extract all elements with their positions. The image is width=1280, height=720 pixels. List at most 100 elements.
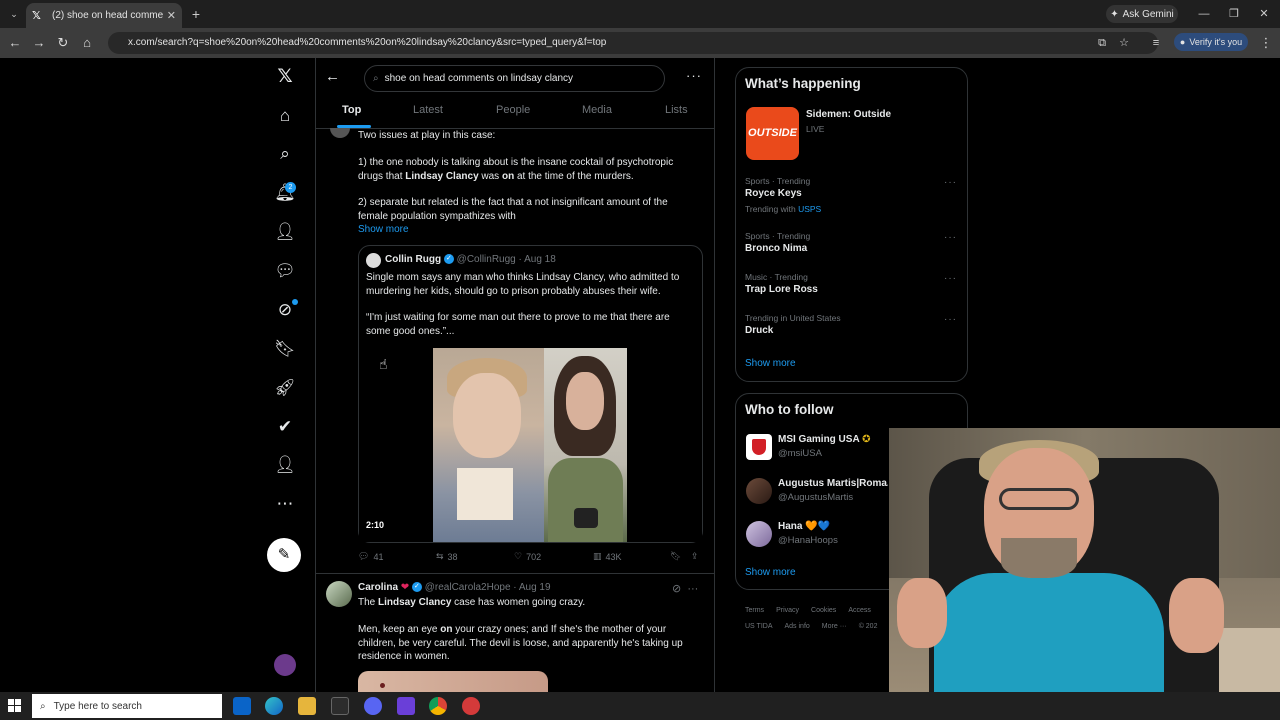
heart-emoji-icon: ❤ [400, 582, 410, 593]
verified-badge-icon: ✓ [411, 582, 422, 593]
tab-lists[interactable]: Lists [665, 104, 688, 116]
who-to-follow-title: Who to follow [745, 402, 834, 417]
reply-button[interactable]: 💬︎ 41 [358, 551, 383, 562]
profile-icon[interactable]: 👤︎ [274, 454, 296, 476]
maximize-icon[interactable]: ❐ [1224, 6, 1244, 22]
minimize-icon[interactable]: — [1194, 6, 1214, 22]
post2-actions[interactable]: ⊘ ··· [672, 582, 698, 595]
tab-top[interactable]: Top [342, 104, 361, 116]
views-button[interactable]: ▥ 43K [593, 551, 622, 562]
footer-link[interactable]: Ads info [785, 623, 810, 630]
messages-icon[interactable]: 💬︎ [274, 260, 296, 282]
tab-latest[interactable]: Latest [413, 104, 443, 116]
verify-profile-button[interactable]: ● Verify it's you [1174, 33, 1248, 51]
install-app-icon[interactable]: ⧉ [1094, 35, 1110, 51]
close-window-icon[interactable]: ✕ [1254, 6, 1274, 22]
search-options-icon[interactable]: ··· [686, 68, 704, 84]
taskbar-search-input[interactable]: ⌕ Type here to search [32, 694, 222, 718]
post-more-icon: ··· [687, 583, 699, 595]
forward-nav-icon[interactable]: → [31, 35, 47, 51]
tab-people[interactable]: People [496, 104, 530, 116]
edge-icon[interactable] [265, 697, 283, 715]
follow-handle: @HanaHoops [778, 535, 838, 546]
trend-more-icon[interactable]: ··· [944, 177, 957, 188]
bookmark-button[interactable]: 🔖︎ [670, 551, 681, 562]
chrome-icon[interactable] [429, 697, 447, 715]
close-tab-icon[interactable]: ✕ [167, 9, 176, 22]
msi-avatar[interactable] [746, 434, 772, 460]
browser-tab[interactable]: 𝕏 (2) shoe on head comments o ✕ [26, 3, 182, 28]
x-home-logo-icon[interactable]: 𝕏 [274, 66, 296, 88]
follow-name[interactable]: MSI Gaming USA ✪ [778, 434, 870, 445]
jobs-rocket-icon[interactable]: 🚀︎ [274, 377, 296, 399]
whats-happening-title: What’s happening [745, 76, 861, 91]
follow-name[interactable]: Hana 🧡💙 [778, 521, 830, 532]
trend-more-icon[interactable]: ··· [944, 273, 957, 284]
footer-link[interactable]: Privacy [776, 607, 799, 614]
repost-button[interactable]: ⇆ 38 [436, 551, 458, 562]
trend-name[interactable]: Royce Keys [745, 188, 802, 199]
extensions-icon[interactable]: ≡ [1148, 35, 1164, 51]
featured-status: LIVE [806, 124, 825, 134]
search-input[interactable]: ⌕ shoe on head comments on lindsay clanc… [364, 65, 665, 92]
trend-more-icon[interactable]: ··· [944, 232, 957, 243]
compose-post-button[interactable]: ✎ [267, 538, 301, 572]
bookmark-star-icon[interactable]: ☆ [1116, 35, 1132, 51]
tab-search-icon[interactable]: ⌄ [6, 6, 22, 22]
follow-name[interactable]: Augustus Martis|Roma... [778, 478, 888, 489]
trend-name[interactable]: Bronco Nima [745, 243, 807, 254]
url-field[interactable]: x.com/search?q=shoe%20on%20head%20commen… [108, 32, 1158, 54]
like-button[interactable]: ♡ 702 [514, 551, 541, 562]
home-icon[interactable]: ⌂ [274, 105, 296, 127]
trend-more-icon[interactable]: ··· [944, 314, 957, 325]
share-button[interactable]: ⇪ [691, 551, 699, 562]
quote-author-avatar[interactable] [366, 253, 381, 268]
footer-link[interactable]: More ··· [822, 623, 847, 630]
footer-link[interactable]: Terms [745, 607, 764, 614]
post-paragraph-2: 2) separate but related is the fact that… [358, 197, 668, 222]
follow-add-user-icon[interactable]: 👤︎ [274, 221, 296, 243]
follow-handle: @AugustusMartis [778, 492, 854, 503]
hana-avatar[interactable] [746, 521, 772, 547]
discord-icon[interactable] [364, 697, 382, 715]
featured-name[interactable]: Sidemen: Outside [806, 109, 891, 120]
explore-search-icon[interactable]: ⌕ [274, 143, 296, 165]
post2-line1: The Lindsay Clancy case has women going … [358, 597, 586, 608]
windows-start-icon[interactable] [8, 699, 22, 713]
footer-link[interactable]: Cookies [811, 607, 836, 614]
show-more-link[interactable]: Show more [358, 223, 409, 237]
ask-gemini-button[interactable]: ✦ Ask Gemini [1106, 5, 1178, 23]
more-options-icon[interactable]: ⋯ [274, 493, 296, 515]
back-nav-icon[interactable]: ← [7, 35, 23, 51]
file-explorer-icon[interactable] [298, 697, 316, 715]
obs-icon[interactable] [397, 697, 415, 715]
store-icon[interactable] [331, 697, 349, 715]
x-logo-icon: 𝕏 [32, 9, 41, 22]
premium-verified-icon[interactable]: ✔ [274, 416, 296, 438]
search-icon: ⌕ [40, 700, 46, 712]
augustus-avatar[interactable] [746, 478, 772, 504]
outlook-icon[interactable] [233, 697, 251, 715]
recording-app-icon[interactable] [462, 697, 480, 715]
search-query: shoe on head comments on lindsay clancy [384, 73, 574, 84]
trend-name[interactable]: Trap Lore Ross [745, 284, 818, 295]
reload-icon[interactable]: ↻ [55, 35, 71, 51]
grok-unread-dot [292, 299, 298, 305]
footer-link[interactable]: Access [848, 607, 871, 614]
new-tab-button[interactable]: + [188, 6, 204, 22]
post2-handle: @realCarola2Hope [424, 582, 511, 593]
trend-name[interactable]: Druck [745, 325, 773, 336]
follow-show-more-link[interactable]: Show more [745, 567, 796, 578]
featured-thumbnail[interactable]: OUTSIDE [746, 107, 799, 160]
browser-menu-icon[interactable]: ⋮ [1258, 35, 1274, 51]
home-nav-icon[interactable]: ⌂ [79, 35, 95, 51]
footer-link[interactable]: US TIDA [745, 623, 773, 630]
tab-media[interactable]: Media [582, 104, 612, 116]
post2-media[interactable] [358, 671, 548, 693]
trends-show-more-link[interactable]: Show more [745, 358, 796, 369]
back-arrow-icon[interactable]: ← [325, 68, 341, 85]
carolina-avatar[interactable] [326, 581, 352, 607]
bookmark-icon: 🔖︎ [670, 551, 682, 561]
account-avatar[interactable] [274, 654, 296, 676]
bookmarks-icon[interactable]: 🔖︎ [274, 338, 296, 360]
